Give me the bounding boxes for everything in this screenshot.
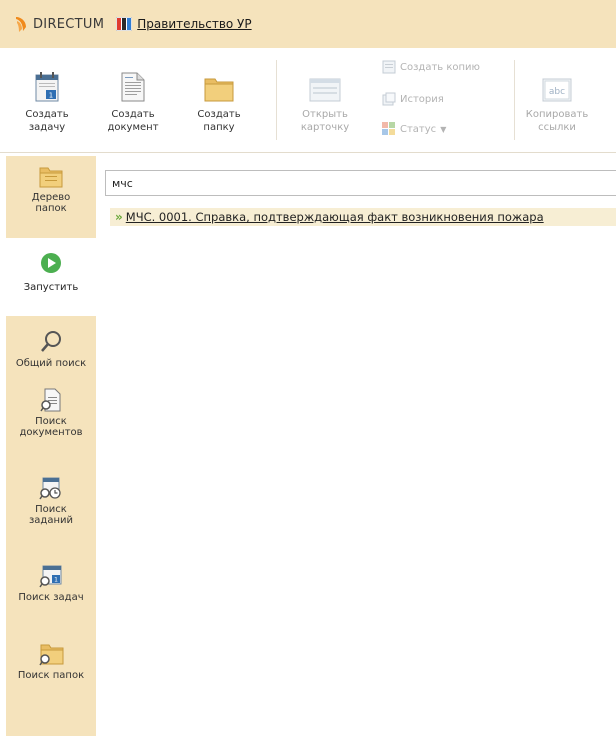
document-icon <box>121 72 145 102</box>
create-folder-button[interactable]: Создать папку <box>184 56 254 134</box>
history-label: История <box>400 93 444 105</box>
general-search-label: Общий поиск <box>15 358 87 369</box>
sidebar-item-folder-tree[interactable]: Дерево папок <box>6 166 96 214</box>
ribbon-separator <box>514 60 515 140</box>
org-icon <box>116 17 133 31</box>
sidebar-item-folder-search[interactable]: Поиск папок <box>6 642 96 681</box>
task-search-label: Поиск задач <box>18 592 84 603</box>
org-selector[interactable]: Правительство УР <box>116 17 252 31</box>
directum-logo-icon <box>16 17 26 32</box>
status-dropdown[interactable]: Статус ▼ <box>382 122 446 136</box>
status-icon <box>382 122 395 135</box>
copy-icon <box>382 60 396 74</box>
run-label: Запустить <box>23 282 79 293</box>
status-label: Статус <box>400 123 437 135</box>
create-folder-label: Создать папку <box>197 109 241 133</box>
folder-icon <box>204 78 234 102</box>
create-copy-label: Создать копию <box>400 61 480 73</box>
main-content <box>96 156 616 736</box>
sidebar-item-assignment-search[interactable]: Поиск заданий <box>6 476 96 526</box>
sidebar-item-run[interactable]: Запустить <box>6 238 96 316</box>
history-icon <box>382 92 396 106</box>
sidebar-item-doc-search[interactable]: Поиск документов <box>6 388 96 438</box>
folder-tree-label: Дерево папок <box>31 192 71 214</box>
document-search-icon <box>40 388 61 412</box>
create-task-button[interactable]: 1 Создать задачу <box>12 56 82 134</box>
doc-search-label: Поиск документов <box>19 416 83 438</box>
result-link[interactable]: МЧС. 0001. Справка, подтверждающая факт … <box>126 210 544 224</box>
play-icon <box>41 253 61 273</box>
copy-links-label: Копировать ссылки <box>525 109 589 133</box>
double-chevron-right-icon: » <box>115 210 123 224</box>
search-icon <box>41 331 61 352</box>
directum-logo[interactable]: DIRECTUM <box>14 15 104 33</box>
folder-tree-icon <box>39 167 63 188</box>
card-icon <box>309 78 341 102</box>
open-card-label: Открыть карточку <box>300 109 350 133</box>
open-card-button[interactable]: Открыть карточку <box>290 56 360 134</box>
assignment-search-label: Поиск заданий <box>28 504 74 526</box>
svg-text:1: 1 <box>54 577 58 584</box>
task-calendar-icon: 1 <box>35 72 59 102</box>
search-input[interactable] <box>105 170 616 196</box>
create-copy-button[interactable]: Создать копию <box>382 60 480 74</box>
sidebar-item-task-search[interactable]: 1 Поиск задач <box>6 564 96 603</box>
create-task-label: Создать задачу <box>25 109 69 133</box>
folder-search-icon <box>39 644 64 666</box>
folder-search-label: Поиск папок <box>17 670 85 681</box>
assignment-search-icon <box>39 477 61 500</box>
list-item[interactable]: » МЧС. 0001. Справка, подтверждающая фак… <box>110 208 616 226</box>
logo-text: DIRECTUM <box>33 16 105 32</box>
title-bar: DIRECTUM Правительство УР <box>0 0 616 48</box>
history-button[interactable]: История <box>382 92 444 106</box>
create-document-label: Создать документ <box>107 109 159 133</box>
chevron-down-icon: ▼ <box>440 124 447 134</box>
task-search-icon: 1 <box>39 565 62 588</box>
copy-links-button[interactable]: abc Копировать ссылки <box>522 56 592 134</box>
sidebar-item-general-search[interactable]: Общий поиск <box>6 330 96 369</box>
ribbon-separator <box>276 60 277 140</box>
org-name-link[interactable]: Правительство УР <box>137 17 251 31</box>
svg-text:1: 1 <box>49 92 53 100</box>
create-document-button[interactable]: Создать документ <box>98 56 168 134</box>
link-text-icon: abc <box>542 78 572 102</box>
left-sidebar: Дерево папок Запустить Общий поиск Поиск… <box>6 156 96 736</box>
svg-text:abc: abc <box>549 87 565 97</box>
ribbon-toolbar: 1 Создать задачу Создать документ Создат… <box>0 48 616 153</box>
